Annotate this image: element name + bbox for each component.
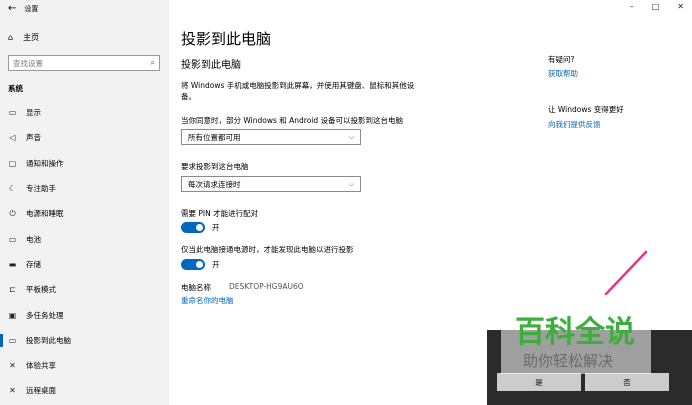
sidebar: ← 设置 ⌂ 主页 查找设置 ⌕ 系统 ▭ 显示 ◁ 声音 ▢ 通知和操作 ☾ … (0, 0, 169, 405)
power-label: 仅当此电脑接通电源时，才能发现此电脑以进行投影 (181, 245, 354, 254)
home-label: 主页 (23, 33, 40, 42)
sidebar-item-label: 体验共享 (26, 361, 56, 371)
window-title-bar: ← 设置 (8, 4, 38, 14)
page-title: 投影到此电脑 (181, 30, 272, 48)
chevron-down-icon: ⌵ (348, 179, 354, 188)
home-icon: ⌂ (8, 33, 14, 42)
description-text: 将 Windows 手机或电脑投影到此屏幕，并使用其键盘、鼠标和其他设备。 (181, 81, 415, 101)
sidebar-item-label: 远程桌面 (26, 386, 56, 396)
tablet-icon: ⊏ (9, 285, 16, 295)
pin-toggle-state: 开 (212, 223, 220, 232)
ask-dropdown[interactable]: 每次请求连接时 ⌵ (181, 176, 361, 192)
pin-label: 需要 PIN 才能进行配对 (181, 209, 259, 218)
pc-name-row: 电脑名称 DESKTOP-HG9AU6O (181, 282, 304, 293)
sidebar-item-storage[interactable]: ▬ 存储 (0, 252, 169, 277)
sound-icon: ◁ (9, 133, 16, 143)
sidebar-item-label: 投影到此电脑 (26, 335, 71, 345)
maximize-icon[interactable]: □ (652, 2, 660, 11)
sidebar-item-label: 通知和操作 (26, 158, 64, 168)
power-toggle-state: 开 (212, 260, 220, 269)
back-arrow-icon[interactable]: ← (8, 4, 16, 14)
availability-dropdown[interactable]: 所有位置都可用 ⌵ (181, 129, 361, 145)
power-toggle[interactable] (181, 259, 205, 270)
window-title: 设置 (24, 5, 39, 13)
sidebar-item-remote-desktop[interactable]: ✕ 远程桌面 (0, 378, 169, 403)
feedback-link[interactable]: 向我们提供反馈 (548, 119, 601, 130)
improve-title: 让 Windows 变得更好 (548, 105, 624, 114)
sidebar-item-battery[interactable]: ▭ 电池 (0, 226, 169, 251)
pointer-line (604, 250, 648, 296)
window-controls: – □ ✕ (630, 2, 684, 11)
notification-icon: ▢ (8, 158, 17, 168)
sidebar-item-label: 多任务处理 (26, 310, 64, 320)
sidebar-item-label: 显示 (26, 108, 41, 118)
ask-label: 要求投影到这台电脑 (181, 162, 249, 171)
sidebar-item-display[interactable]: ▭ 显示 (0, 100, 169, 125)
sidebar-list: ▭ 显示 ◁ 声音 ▢ 通知和操作 ☾ 专注助手 ⏻ 电源和睡眠 ▭ 电池 ▬ … (0, 100, 169, 404)
chevron-down-icon: ⌵ (348, 132, 354, 141)
sidebar-item-label: 存储 (26, 259, 41, 269)
sidebar-item-project-to-pc[interactable]: ▭ 投影到此电脑 (0, 328, 169, 353)
pin-toggle[interactable] (181, 222, 205, 233)
pc-name-label: 电脑名称 (181, 283, 211, 292)
project-icon: ▭ (8, 335, 17, 345)
remote-desktop-icon: ✕ (9, 386, 16, 396)
pc-name-value: DESKTOP-HG9AU6O (229, 282, 304, 291)
storage-icon: ▬ (8, 259, 17, 269)
shared-experiences-icon: ✕ (9, 361, 16, 371)
close-icon[interactable]: ✕ (677, 2, 684, 11)
sidebar-item-label: 电池 (26, 234, 41, 244)
sidebar-item-label: 平板模式 (26, 285, 56, 295)
sidebar-item-home[interactable]: ⌂ 主页 (8, 32, 39, 43)
sidebar-item-sound[interactable]: ◁ 声音 (0, 125, 169, 150)
sidebar-item-focus-assist[interactable]: ☾ 专注助手 (0, 176, 169, 201)
sidebar-item-shared-experiences[interactable]: ✕ 体验共享 (0, 353, 169, 378)
help-title: 有疑问? (548, 55, 575, 64)
sidebar-item-notifications[interactable]: ▢ 通知和操作 (0, 151, 169, 176)
battery-icon: ▭ (8, 234, 17, 244)
availability-label: 当你同意时，部分 Windows 和 Android 设备可以投影到这台电脑 (181, 116, 404, 125)
get-help-link[interactable]: 获取帮助 (548, 68, 578, 79)
rename-pc-link[interactable]: 重命名你的电脑 (181, 295, 234, 306)
svg-text:助你轻松解决: 助你轻松解决 (523, 352, 613, 370)
search-icon[interactable]: ⌕ (151, 58, 155, 68)
section-title: 投影到此电脑 (181, 60, 241, 71)
search-input[interactable]: 查找设置 ⌕ (8, 55, 160, 71)
minimize-icon[interactable]: – (630, 2, 634, 11)
toggle-knob (196, 261, 203, 268)
sidebar-item-label: 声音 (26, 133, 41, 143)
toggle-knob (196, 224, 203, 231)
sidebar-section-system: 系统 (8, 84, 23, 93)
power-icon: ⏻ (9, 208, 16, 218)
sidebar-item-power[interactable]: ⏻ 电源和睡眠 (0, 201, 169, 226)
focus-assist-icon: ☾ (8, 184, 17, 194)
sidebar-item-multitasking[interactable]: ▣ 多任务处理 (0, 302, 169, 327)
display-icon: ▭ (8, 108, 17, 118)
pin-toggle-row: 开 (181, 222, 220, 233)
search-placeholder: 查找设置 (13, 58, 43, 68)
sidebar-item-label: 电源和睡眠 (26, 209, 64, 219)
watermark-logo: 百科全说 助你轻松解决 (501, 310, 651, 374)
svg-text:百科全说: 百科全说 (515, 315, 635, 350)
sidebar-item-label: 专注助手 (26, 184, 56, 194)
availability-value: 所有位置都可用 (188, 132, 241, 142)
sidebar-item-tablet-mode[interactable]: ⊏ 平板模式 (0, 277, 169, 302)
multitasking-icon: ▣ (8, 310, 17, 320)
ask-value: 每次请求连接时 (188, 179, 241, 189)
power-toggle-row: 开 (181, 259, 220, 270)
